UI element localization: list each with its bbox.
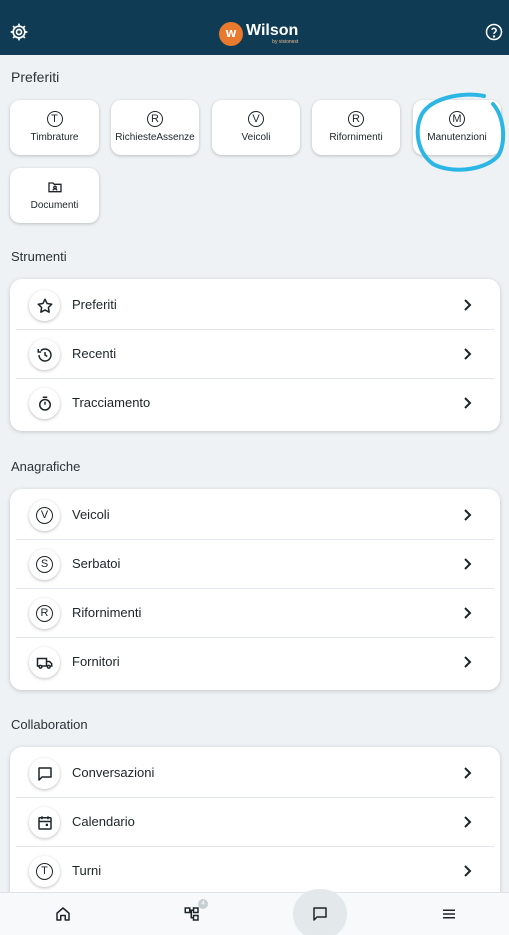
row-label: Preferiti: [72, 297, 117, 312]
row-label: Turni: [72, 863, 102, 878]
collaboration-item-turni[interactable]: T Turni: [16, 847, 494, 896]
letter-s-icon: S: [36, 556, 53, 573]
favorite-documenti[interactable]: Documenti: [10, 168, 99, 223]
chevron-right-icon: [464, 865, 472, 877]
favorite-label: Timbrature: [30, 132, 79, 143]
chevron-right-icon: [464, 397, 472, 409]
chevron-right-icon: [464, 558, 472, 570]
chevron-right-icon: [464, 509, 472, 521]
row-label: Veicoli: [72, 507, 110, 522]
chevron-right-icon: [464, 299, 472, 311]
chevron-right-icon: [464, 767, 472, 779]
registry-item-serbatoi[interactable]: S Serbatoi: [16, 540, 494, 589]
help-circle-icon[interactable]: [485, 23, 503, 41]
row-label: Recenti: [72, 346, 117, 361]
row-label: Serbatoi: [72, 556, 121, 571]
row-label: Tracciamento: [72, 395, 151, 410]
chat-icon: [37, 766, 52, 781]
registry-title: Anagrafiche: [11, 459, 81, 474]
letter-t-icon: T: [36, 863, 53, 880]
favorite-label: Veicoli: [241, 132, 271, 143]
chevron-right-icon: [464, 348, 472, 360]
tools-item-tracciamento[interactable]: Tracciamento: [16, 379, 494, 428]
timer-icon: [38, 396, 51, 411]
row-label: Calendario: [72, 814, 135, 829]
row-label: Fornitori: [72, 654, 120, 669]
tools-card: Preferiti Recenti Tracciamento: [10, 279, 500, 431]
favorite-label: RichiesteAssenze: [115, 132, 195, 143]
registry-item-veicoli[interactable]: V Veicoli: [16, 491, 494, 540]
app-logo: W Wilson by visionest: [219, 21, 298, 47]
collaboration-item-calendario[interactable]: Calendario: [16, 798, 494, 847]
menu-icon[interactable]: [440, 905, 458, 923]
logo-name: Wilson: [246, 22, 299, 39]
favorites-title: Preferiti: [11, 69, 60, 85]
history-icon: [37, 347, 52, 362]
letter-r-icon: R: [36, 605, 53, 622]
gear-icon[interactable]: [9, 22, 29, 42]
tools-item-recenti[interactable]: Recenti: [16, 330, 494, 379]
bottom-nav: 4: [0, 889, 509, 935]
top-bar: W Wilson by visionest: [0, 0, 509, 55]
chevron-right-icon: [464, 816, 472, 828]
tools-title: Strumenti: [11, 249, 67, 264]
home-icon[interactable]: [54, 905, 72, 923]
hierarchy-icon[interactable]: [183, 905, 201, 923]
letter-m-icon: M: [449, 111, 465, 127]
favorite-label: Rifornimenti: [329, 132, 383, 143]
letter-r-icon: R: [147, 111, 163, 127]
folder-user-icon: [47, 182, 62, 193]
registry-card: V Veicoli S Serbatoi R Rifornimenti Forn…: [10, 489, 500, 690]
collaboration-card: Conversazioni Calendario T Turni: [10, 747, 500, 907]
letter-v-icon: V: [36, 507, 53, 524]
favorite-richiesteassenze[interactable]: R RichiesteAssenze: [111, 100, 199, 155]
row-label: Rifornimenti: [72, 605, 142, 620]
star-icon: [37, 298, 52, 313]
favorite-timbrature[interactable]: T Timbrature: [10, 100, 99, 155]
collaboration-item-conversazioni[interactable]: Conversazioni: [16, 749, 494, 798]
favorite-label: Manutenzioni: [427, 132, 487, 143]
logo-byline: by visionest: [272, 39, 299, 45]
favorite-manutenzioni[interactable]: M Manutenzioni: [413, 100, 501, 155]
registry-item-fornitori[interactable]: Fornitori: [16, 638, 494, 687]
logo-mark: W: [219, 22, 243, 46]
favorite-rifornimenti[interactable]: R Rifornimenti: [312, 100, 400, 155]
row-label: Conversazioni: [72, 765, 155, 780]
collaboration-title: Collaboration: [11, 717, 88, 732]
letter-v-icon: V: [248, 111, 264, 127]
tools-item-preferiti[interactable]: Preferiti: [16, 281, 494, 330]
notification-badge: 4: [198, 899, 208, 909]
chevron-right-icon: [464, 656, 472, 668]
favorite-veicoli[interactable]: V Veicoli: [212, 100, 300, 155]
calendar-icon: [37, 815, 52, 830]
favorite-label: Documenti: [30, 200, 79, 211]
letter-t-icon: T: [46, 111, 63, 127]
chat-icon[interactable]: [311, 905, 329, 923]
chevron-right-icon: [464, 607, 472, 619]
letter-r-icon: R: [348, 111, 364, 127]
truck-icon: [36, 657, 52, 669]
registry-item-rifornimenti[interactable]: R Rifornimenti: [16, 589, 494, 638]
